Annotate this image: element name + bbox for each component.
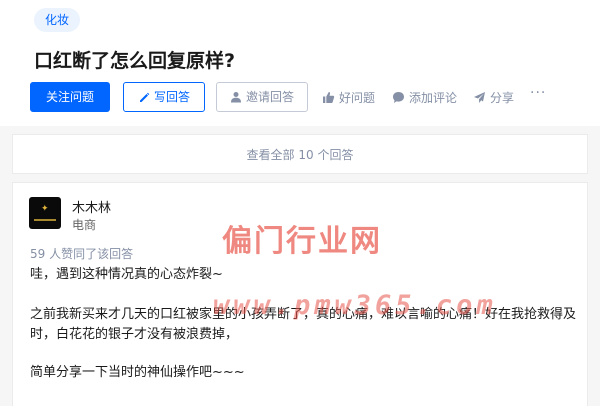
answer-paragraph: 哇，遇到这种情况真的心态炸裂~ [30,267,223,282]
write-answer-button[interactable]: 写回答 [123,82,205,112]
vote-count: 59 人赞同了该回答 [30,247,134,261]
pen-icon [138,83,150,111]
person-icon [230,83,242,111]
question-header: 化妆 口红断了怎么回复原样? 关注问题 写回答 邀请回答 好问题 添加评论 分享… [0,0,600,126]
add-comment-label: 添加评论 [409,91,458,105]
avatar[interactable]: ✦ [29,197,61,229]
good-question-label: 好问题 [339,91,376,105]
invite-answer-label: 邀请回答 [245,90,294,104]
comment-bubble-icon [392,91,409,105]
logo-star-icon: ✦ [41,204,49,214]
topic-tag[interactable]: 化妆 [34,8,81,32]
watermark-title: 偏门行业网 [222,224,382,259]
add-comment-action[interactable]: 添加评论 [392,89,457,106]
logo-text-bar [34,219,56,221]
good-question-action[interactable]: 好问题 [322,89,375,106]
invite-answer-button[interactable]: 邀请回答 [216,82,308,112]
paper-plane-icon [473,91,490,105]
view-all-answers-bar: 查看全部 10 个回答 [12,134,588,174]
share-action[interactable]: 分享 [473,89,514,106]
question-title: 口红断了怎么回复原样? [34,50,236,72]
thumb-up-icon [322,91,339,105]
view-all-answers-link[interactable]: 查看全部 10 个回答 [13,135,587,175]
author-name[interactable]: 木木林 [72,197,111,216]
watermark-url: www.pmw365.com [213,290,497,321]
share-label: 分享 [490,91,515,105]
write-answer-label: 写回答 [153,90,190,104]
answer-paragraph: 简单分享一下当时的神仙操作吧~~~ [30,365,245,380]
author-bio: 电商 [72,218,97,232]
more-dots-icon[interactable]: ··· [530,85,546,101]
follow-question-button[interactable]: 关注问题 [30,82,110,112]
follow-question-label: 关注问题 [45,90,94,104]
